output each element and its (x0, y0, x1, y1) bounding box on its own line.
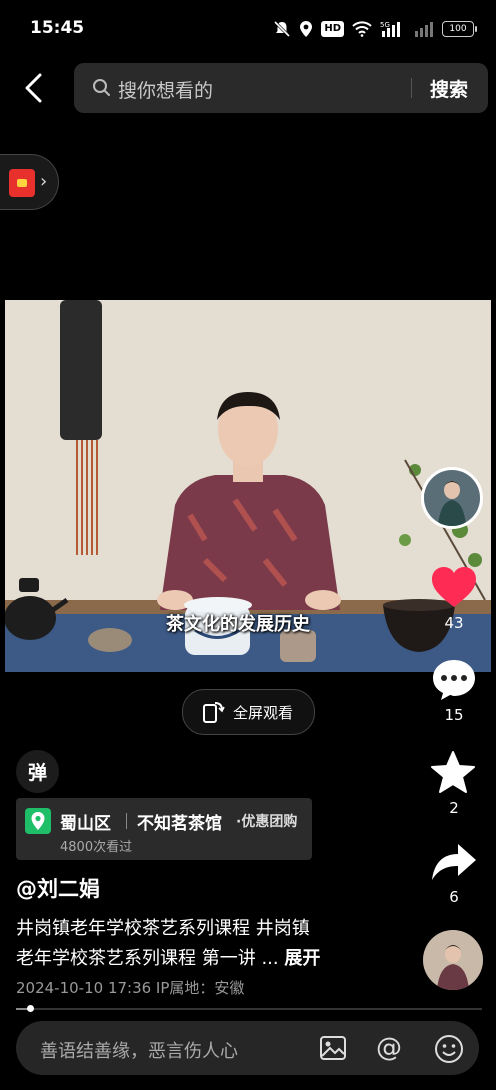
signal-2-icon (415, 22, 433, 37)
poi-deal-tag: ·优惠团购 (236, 814, 298, 830)
status-bar: 15:45 HD 5G 100 (0, 0, 496, 58)
description-text: 老年学校茶艺系列课程 第一讲 ... (16, 948, 285, 969)
share-count: 6 (449, 888, 459, 906)
image-icon[interactable] (319, 1035, 347, 1061)
poi-shop-name: 不知茗茶馆 (137, 814, 222, 834)
music-disc-image (423, 930, 483, 990)
author-avatar[interactable] (421, 467, 483, 529)
video-subtitle: 茶文化的发展历史 (166, 614, 310, 635)
signal-icon: 5G (380, 21, 400, 37)
description-line-2: 老年学校茶艺系列课程 第一讲 ... 展开 (16, 944, 320, 970)
search-divider (411, 78, 412, 98)
poi-separator (126, 813, 127, 829)
comment-count: 15 (444, 706, 464, 724)
video-progress-bar[interactable] (16, 1005, 482, 1012)
location-pin-icon (25, 808, 51, 834)
music-disc[interactable] (423, 930, 483, 990)
chevron-right-icon: › (40, 171, 48, 192)
poi-view-count: 4800次看过 (60, 840, 133, 855)
search-button[interactable]: 搜索 (430, 75, 468, 102)
red-packet-entry[interactable]: › (0, 154, 59, 210)
like-count: 43 (444, 614, 464, 632)
battery-icon: 100 (442, 21, 477, 37)
status-time: 15:45 (30, 18, 85, 38)
danmaku-toggle[interactable]: 弹 (16, 750, 59, 793)
mute-icon (274, 20, 291, 38)
post-meta: 2024-10-10 17:36 IP属地：安徽 (16, 979, 245, 997)
comment-bar[interactable]: 善语结善缘，恶言伤人心 @ (16, 1021, 479, 1075)
chevron-left-icon (25, 73, 42, 103)
fullscreen-button[interactable]: 全屏观看 (182, 689, 315, 735)
search-icon (93, 79, 110, 96)
description-line-1: 井岗镇老年学校茶艺系列课程 井岗镇 (16, 918, 310, 939)
avatar-image (424, 470, 480, 526)
emoji-icon[interactable] (434, 1034, 464, 1064)
poi-district: 蜀山区 (60, 814, 111, 834)
mention-icon[interactable]: @ (376, 1033, 402, 1063)
back-button[interactable] (22, 72, 50, 104)
share-icon[interactable] (430, 842, 478, 882)
svg-text:5G: 5G (380, 21, 390, 29)
heart-icon[interactable] (430, 565, 478, 609)
progress-knob[interactable] (26, 1005, 34, 1012)
rotate-screen-icon (203, 702, 225, 723)
expand-button[interactable]: 展开 (284, 948, 320, 969)
fullscreen-label: 全屏观看 (233, 704, 294, 722)
favorite-count: 2 (449, 799, 459, 817)
status-icons: HD 5G 100 (273, 18, 477, 40)
star-icon[interactable] (430, 750, 476, 794)
location-icon (300, 21, 313, 37)
red-envelope-icon (9, 169, 35, 197)
search-input[interactable]: 搜你想看的 (118, 76, 213, 103)
wifi-icon (352, 21, 372, 37)
comment-icon[interactable] (431, 658, 477, 702)
search-bar[interactable]: 搜你想看的 搜索 (74, 63, 488, 113)
poi-card[interactable]: 蜀山区 不知茗茶馆 ·优惠团购 4800次看过 (16, 798, 312, 860)
comment-input[interactable]: 善语结善缘，恶言伤人心 (40, 1037, 238, 1063)
author-name[interactable]: @刘二娟 (16, 873, 100, 903)
hd-badge: HD (321, 21, 344, 37)
